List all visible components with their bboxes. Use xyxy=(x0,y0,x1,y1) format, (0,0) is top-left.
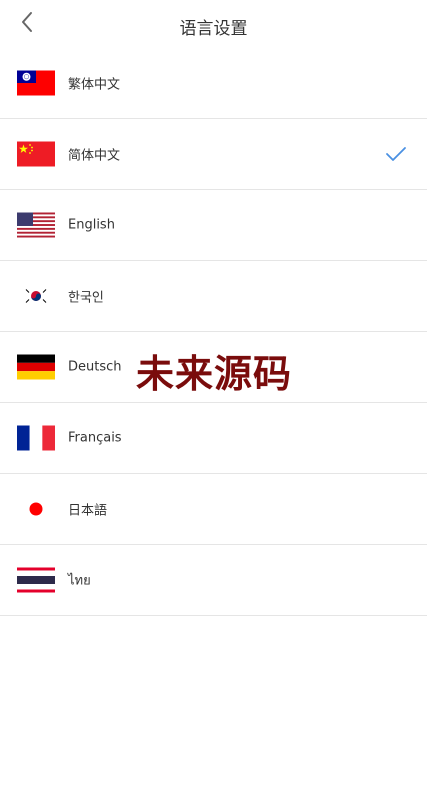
language-item-traditional-chinese[interactable]: 繁体中文 xyxy=(0,48,427,119)
watermark-text: 未来源码 xyxy=(136,351,293,396)
language-item-thai[interactable]: ไทย xyxy=(0,545,427,616)
france-flag-icon xyxy=(17,425,55,451)
language-item-korean[interactable]: 한국인 xyxy=(0,261,427,332)
japan-flag-icon xyxy=(17,496,55,522)
usa-flag-icon xyxy=(17,212,55,238)
taiwan-flag-icon xyxy=(17,70,55,96)
language-label: 繁体中文 xyxy=(68,77,121,93)
china-flag-icon xyxy=(17,141,55,167)
language-item-simplified-chinese[interactable]: 简体中文 xyxy=(0,119,427,190)
language-label: Français xyxy=(68,430,122,446)
checkmark-icon xyxy=(386,147,406,161)
language-label: 한국인 xyxy=(68,290,104,306)
germany-flag-icon xyxy=(17,354,55,380)
language-item-japanese[interactable]: 日本語 xyxy=(0,474,427,545)
thailand-flag-icon xyxy=(17,567,55,593)
language-label: 简体中文 xyxy=(68,148,121,164)
language-item-french[interactable]: Français xyxy=(0,403,427,474)
language-label: 日本語 xyxy=(68,503,108,519)
language-label: English xyxy=(68,217,115,233)
header-bar: 语言设置 xyxy=(0,0,427,48)
language-item-english[interactable]: English xyxy=(0,190,427,261)
language-label: Deutsch xyxy=(68,359,122,375)
language-label: ไทย xyxy=(68,573,91,589)
page-title: 语言设置 xyxy=(179,19,248,39)
language-list: 繁体中文 简体中文 English 한국인 Deutsch Français 日… xyxy=(0,48,427,616)
korea-flag-icon xyxy=(17,283,55,309)
